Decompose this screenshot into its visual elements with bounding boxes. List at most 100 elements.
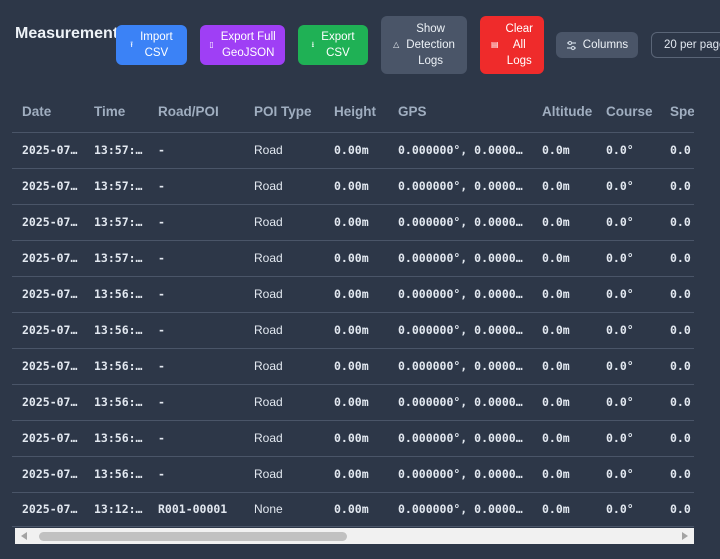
cell-date: 2025-07…: [12, 348, 84, 385]
cell-height: 0.00m: [324, 312, 388, 349]
column-header-date[interactable]: Date: [12, 92, 84, 133]
import-csv-button[interactable]: ⭱ Import CSV: [116, 25, 187, 65]
cell-road-poi: R001-00001: [148, 492, 244, 527]
cell-altitude: 0.0m: [532, 420, 596, 457]
export-csv-button[interactable]: ⭳ Export CSV: [298, 25, 368, 65]
cell-road-poi: -: [148, 168, 244, 205]
eye-icon: △: [393, 40, 400, 49]
cell-time: 13:57:…: [84, 240, 148, 277]
cell-road-poi: -: [148, 276, 244, 313]
cell-height: 0.00m: [324, 276, 388, 313]
cell-road-poi: -: [148, 132, 244, 169]
cell-course: 0.0°: [596, 420, 660, 457]
cell-poi-type: None: [244, 492, 324, 527]
cell-poi-type: Road: [244, 240, 324, 277]
import-csv-label: Import CSV: [140, 31, 173, 59]
cell-course: 0.0°: [596, 492, 660, 527]
scrollbar-thumb[interactable]: [39, 532, 347, 541]
cell-date: 2025-07…: [12, 132, 84, 169]
cell-date: 2025-07…: [12, 492, 84, 527]
column-header-course[interactable]: Course: [596, 92, 660, 133]
clear-all-logs-button[interactable]: ▤ Clear All Logs: [480, 16, 544, 74]
cell-gps: 0.000000°, 0.0000…: [388, 420, 532, 457]
cell-gps: 0.000000°, 0.0000…: [388, 312, 532, 349]
columns-label: Columns: [582, 39, 629, 51]
column-header-height[interactable]: Height: [324, 92, 388, 133]
columns-button[interactable]: Columns: [556, 32, 638, 58]
cell-gps: 0.000000°, 0.0000…: [388, 168, 532, 205]
export-geojson-label: Export Full GeoJSON: [220, 31, 276, 59]
table-row[interactable]: 2025-07… 13:56:… - Road 0.00m 0.000000°, 0.00…: [12, 384, 694, 421]
cell-altitude: 0.0m: [532, 168, 596, 205]
export-geojson-button[interactable]: ▯ Export Full GeoJSON: [200, 25, 285, 65]
cell-time: 13:12:…: [84, 492, 148, 527]
cell-height: 0.00m: [324, 456, 388, 493]
column-header-altitude[interactable]: Altitude: [532, 92, 596, 133]
cell-height: 0.00m: [324, 348, 388, 385]
table-row[interactable]: 2025-07… 13:57:… - Road 0.00m 0.000000°, 0.00…: [12, 240, 694, 277]
download-icon: ⭳: [311, 40, 315, 49]
cell-altitude: 0.0m: [532, 240, 596, 277]
sliders-icon: [566, 40, 576, 50]
cell-speed: 0.0: [660, 312, 694, 349]
table-row[interactable]: 2025-07… 13:57:… - Road 0.00m 0.000000°, 0.00…: [12, 132, 694, 169]
table-row[interactable]: 2025-07… 13:56:… - Road 0.00m 0.000000°, 0.00…: [12, 312, 694, 349]
cell-speed: 0.0: [660, 348, 694, 385]
cell-gps: 0.000000°, 0.0000…: [388, 456, 532, 493]
cell-date: 2025-07…: [12, 204, 84, 241]
cell-time: 13:56:…: [84, 312, 148, 349]
cell-poi-type: Road: [244, 312, 324, 349]
cell-road-poi: -: [148, 240, 244, 277]
upload-icon: ⭱: [130, 40, 134, 49]
cell-speed: 0.0: [660, 204, 694, 241]
cell-time: 13:56:…: [84, 384, 148, 421]
cell-time: 13:57:…: [84, 168, 148, 205]
cell-road-poi: -: [148, 204, 244, 241]
show-detection-logs-label: Show Detection Logs: [406, 23, 455, 67]
per-page-select[interactable]: 20 per page: [651, 32, 720, 58]
cell-poi-type: Road: [244, 456, 324, 493]
horizontal-scrollbar[interactable]: [15, 528, 694, 544]
table-row[interactable]: 2025-07… 13:56:… - Road 0.00m 0.000000°, 0.00…: [12, 276, 694, 313]
table-row[interactable]: 2025-07… 13:12:… R001-00001 None 0.00m 0.0000…: [12, 492, 694, 527]
cell-poi-type: Road: [244, 168, 324, 205]
table-row[interactable]: 2025-07… 13:56:… - Road 0.00m 0.000000°, 0.00…: [12, 420, 694, 457]
table-row[interactable]: 2025-07… 13:57:… - Road 0.00m 0.000000°, 0.00…: [12, 204, 694, 241]
cell-date: 2025-07…: [12, 456, 84, 493]
cell-time: 13:56:…: [84, 348, 148, 385]
column-header-gps[interactable]: GPS: [388, 92, 532, 133]
trash-icon: ▤: [490, 40, 499, 49]
cell-speed: 0.0: [660, 168, 694, 205]
export-csv-label: Export CSV: [321, 31, 355, 59]
cell-speed: 0.0: [660, 492, 694, 527]
page-title: Measurement Log: [15, 25, 117, 42]
cell-height: 0.00m: [324, 420, 388, 457]
column-header-time[interactable]: Time: [84, 92, 148, 133]
cell-gps: 0.000000°, 0.0000…: [388, 276, 532, 313]
cell-gps: 0.000000°, 0.0000…: [388, 384, 532, 421]
cell-road-poi: -: [148, 456, 244, 493]
cell-height: 0.00m: [324, 204, 388, 241]
scroll-right-icon[interactable]: [682, 532, 688, 540]
cell-speed: 0.0: [660, 420, 694, 457]
column-header-road-poi[interactable]: Road/POI: [148, 92, 244, 133]
cell-speed: 0.0: [660, 276, 694, 313]
clear-all-logs-label: Clear All Logs: [505, 23, 534, 67]
table-row[interactable]: 2025-07… 13:56:… - Road 0.00m 0.000000°, 0.00…: [12, 456, 694, 493]
show-detection-logs-button[interactable]: △ Show Detection Logs: [381, 16, 467, 74]
table-row[interactable]: 2025-07… 13:56:… - Road 0.00m 0.000000°, 0.00…: [12, 348, 694, 385]
column-header-speed[interactable]: Speed: [660, 92, 694, 133]
table-row[interactable]: 2025-07… 13:57:… - Road 0.00m 0.000000°, 0.00…: [12, 168, 694, 205]
cell-height: 0.00m: [324, 384, 388, 421]
file-icon: ▯: [209, 40, 214, 49]
cell-road-poi: -: [148, 384, 244, 421]
cell-course: 0.0°: [596, 276, 660, 313]
cell-poi-type: Road: [244, 348, 324, 385]
cell-course: 0.0°: [596, 204, 660, 241]
cell-poi-type: Road: [244, 132, 324, 169]
cell-time: 13:56:…: [84, 456, 148, 493]
column-header-poi-type[interactable]: POI Type: [244, 92, 324, 133]
cell-gps: 0.000000°, 0.0000…: [388, 132, 532, 169]
scroll-left-icon[interactable]: [21, 532, 27, 540]
cell-altitude: 0.0m: [532, 312, 596, 349]
